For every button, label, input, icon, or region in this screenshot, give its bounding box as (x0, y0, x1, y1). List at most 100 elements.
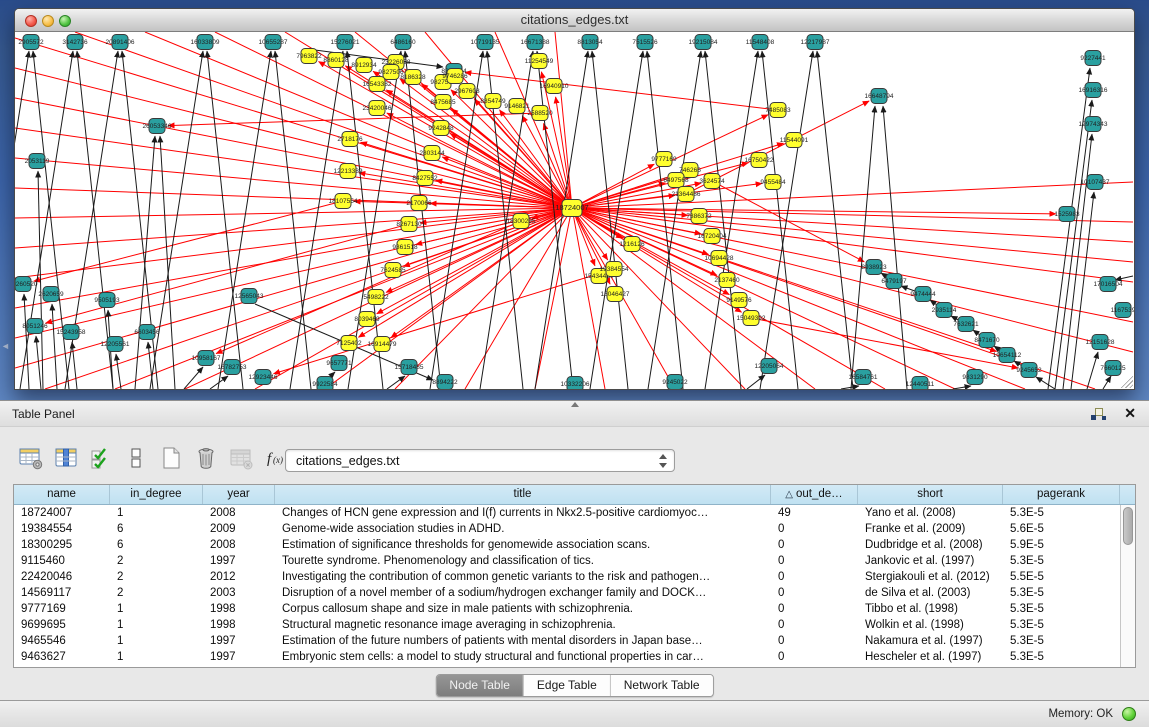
table-cell[interactable]: 2009 (203, 521, 275, 537)
table-row[interactable]: 977716911998Corpus callosum shape and si… (14, 601, 1135, 617)
table-cell[interactable]: Hescheler et al. (1997) (858, 649, 1003, 665)
table-cell[interactable]: Estimation of significance thresholds fo… (275, 537, 771, 553)
network-window[interactable]: citations_edges.txt 29055723142736208914… (14, 8, 1135, 390)
table-cell[interactable]: 1997 (203, 649, 275, 665)
table-row[interactable]: 1830029562008Estimation of significance … (14, 537, 1135, 553)
close-panel-icon[interactable]: ✕ (1124, 405, 1136, 422)
column-header-pagerank[interactable]: pagerank (1003, 485, 1120, 504)
table-cell[interactable]: de Silva et al. (2003) (858, 585, 1003, 601)
table-cell[interactable]: 1 (110, 617, 203, 633)
network-canvas[interactable]: 2905572314273620891406160338091065528715… (15, 32, 1134, 389)
table-cell[interactable]: Embryonic stem cells: a model to study s… (275, 649, 771, 665)
table-cell[interactable]: 9777169 (14, 601, 110, 617)
table-cell[interactable]: 1997 (203, 553, 275, 569)
table-cell[interactable]: 9465546 (14, 633, 110, 649)
show-columns-icon[interactable] (53, 445, 79, 471)
column-header-in_degree[interactable]: in_degree (110, 485, 203, 504)
table-cell[interactable]: 14569117 (14, 585, 110, 601)
table-cell[interactable]: 2008 (203, 505, 275, 521)
table-cell[interactable]: 0 (771, 617, 858, 633)
table-cell[interactable]: Disruption of a novel member of a sodium… (275, 585, 771, 601)
table-cell[interactable]: 22420046 (14, 569, 110, 585)
table-cell[interactable]: Nakamura et al. (1997) (858, 633, 1003, 649)
table-cell[interactable]: 0 (771, 521, 858, 537)
table-cell[interactable]: 5.3E-5 (1003, 601, 1120, 617)
table-cell[interactable]: 5.3E-5 (1003, 553, 1120, 569)
column-header-name[interactable]: name (14, 485, 110, 504)
tab-node-table[interactable]: Node Table (436, 675, 523, 696)
table-cell[interactable]: Corpus callosum shape and size in male p… (275, 601, 771, 617)
table-cell[interactable]: 6 (110, 537, 203, 553)
table-row[interactable]: 1938455462009Genome-wide association stu… (14, 521, 1135, 537)
table-cell[interactable]: 5.3E-5 (1003, 649, 1120, 665)
column-header-out_de[interactable]: △out_de… (771, 485, 858, 504)
table-mode-icon[interactable] (18, 445, 44, 471)
table-cell[interactable]: Estimation of the future numbers of pati… (275, 633, 771, 649)
table-cell[interactable]: 5.5E-5 (1003, 569, 1120, 585)
table-row[interactable]: 969969511998Structural magnetic resonanc… (14, 617, 1135, 633)
column-header-year[interactable]: year (203, 485, 275, 504)
table-cell[interactable]: Stergiakouli et al. (2012) (858, 569, 1003, 585)
table-cell[interactable]: 9463627 (14, 649, 110, 665)
table-cell[interactable]: 1 (110, 649, 203, 665)
table-cell[interactable]: 1998 (203, 617, 275, 633)
table-cell[interactable]: 0 (771, 537, 858, 553)
delete-table-icon[interactable] (228, 445, 254, 471)
table-cell[interactable]: 5.3E-5 (1003, 585, 1120, 601)
table-cell[interactable]: 18724007 (14, 505, 110, 521)
table-cell[interactable]: 1 (110, 601, 203, 617)
table-cell[interactable]: 0 (771, 633, 858, 649)
table-cell[interactable]: 19384554 (14, 521, 110, 537)
panel-collapse-arrow-icon[interactable]: ◄ (1, 341, 10, 351)
scrollbar-thumb[interactable] (1123, 507, 1133, 545)
vertical-scrollbar[interactable] (1120, 505, 1135, 667)
table-row[interactable]: 1456911722003Disruption of a novel membe… (14, 585, 1135, 601)
table-selector-dropdown[interactable]: citations_edges.txt (285, 449, 675, 472)
table-cell[interactable]: Tibbo et al. (1998) (858, 601, 1003, 617)
clear-selection-icon[interactable] (123, 445, 149, 471)
table-cell[interactable]: 5.3E-5 (1003, 505, 1120, 521)
table-cell[interactable]: 0 (771, 649, 858, 665)
table-cell[interactable]: Tourette syndrome. Phenomenology and cla… (275, 553, 771, 569)
table-cell[interactable]: 1998 (203, 601, 275, 617)
table-cell[interactable]: Dudbridge et al. (2008) (858, 537, 1003, 553)
table-cell[interactable]: 2003 (203, 585, 275, 601)
table-row[interactable]: 946554611997Estimation of the future num… (14, 633, 1135, 649)
table-cell[interactable]: Franke et al. (2009) (858, 521, 1003, 537)
table-cell[interactable]: 9115460 (14, 553, 110, 569)
network-graph[interactable]: 2905572314273620891406160338091065528715… (15, 32, 1134, 389)
new-column-icon[interactable] (158, 445, 184, 471)
table-cell[interactable]: Jankovic et al. (1997) (858, 553, 1003, 569)
table-cell[interactable]: 5.6E-5 (1003, 521, 1120, 537)
column-header-short[interactable]: short (858, 485, 1003, 504)
select-all-icon[interactable] (88, 445, 114, 471)
table-cell[interactable]: 0 (771, 585, 858, 601)
table-cell[interactable]: 0 (771, 601, 858, 617)
table-cell[interactable]: 5.3E-5 (1003, 633, 1120, 649)
tab-network-table[interactable]: Network Table (610, 675, 713, 696)
table-cell[interactable]: 1 (110, 633, 203, 649)
table-cell[interactable]: 2008 (203, 537, 275, 553)
table-row[interactable]: 1872400712008Changes of HCN gene express… (14, 505, 1135, 521)
table-cell[interactable]: Changes of HCN gene expression and I(f) … (275, 505, 771, 521)
table-cell[interactable]: 5.9E-5 (1003, 537, 1120, 553)
table-cell[interactable]: Yano et al. (2008) (858, 505, 1003, 521)
table-row[interactable]: 2242004622012Investigating the contribut… (14, 569, 1135, 585)
table-cell[interactable]: 1997 (203, 633, 275, 649)
table-cell[interactable]: Investigating the contribution of common… (275, 569, 771, 585)
table-cell[interactable]: 49 (771, 505, 858, 521)
table-cell[interactable]: 2012 (203, 569, 275, 585)
table-cell[interactable]: 0 (771, 553, 858, 569)
table-cell[interactable]: 9699695 (14, 617, 110, 633)
table-cell[interactable]: Genome-wide association studies in ADHD. (275, 521, 771, 537)
network-window-titlebar[interactable]: citations_edges.txt (15, 9, 1134, 32)
table-row[interactable]: 946362711997Embryonic stem cells: a mode… (14, 649, 1135, 665)
table-cell[interactable]: Wolkin et al. (1998) (858, 617, 1003, 633)
table-cell[interactable]: 5.3E-5 (1003, 617, 1120, 633)
delete-column-icon[interactable] (193, 445, 219, 471)
table-cell[interactable]: 2 (110, 569, 203, 585)
tab-edge-table[interactable]: Edge Table (523, 675, 610, 696)
split-pane-handle-icon[interactable] (571, 402, 579, 407)
table-cell[interactable]: 0 (771, 569, 858, 585)
table-cell[interactable]: 6 (110, 521, 203, 537)
